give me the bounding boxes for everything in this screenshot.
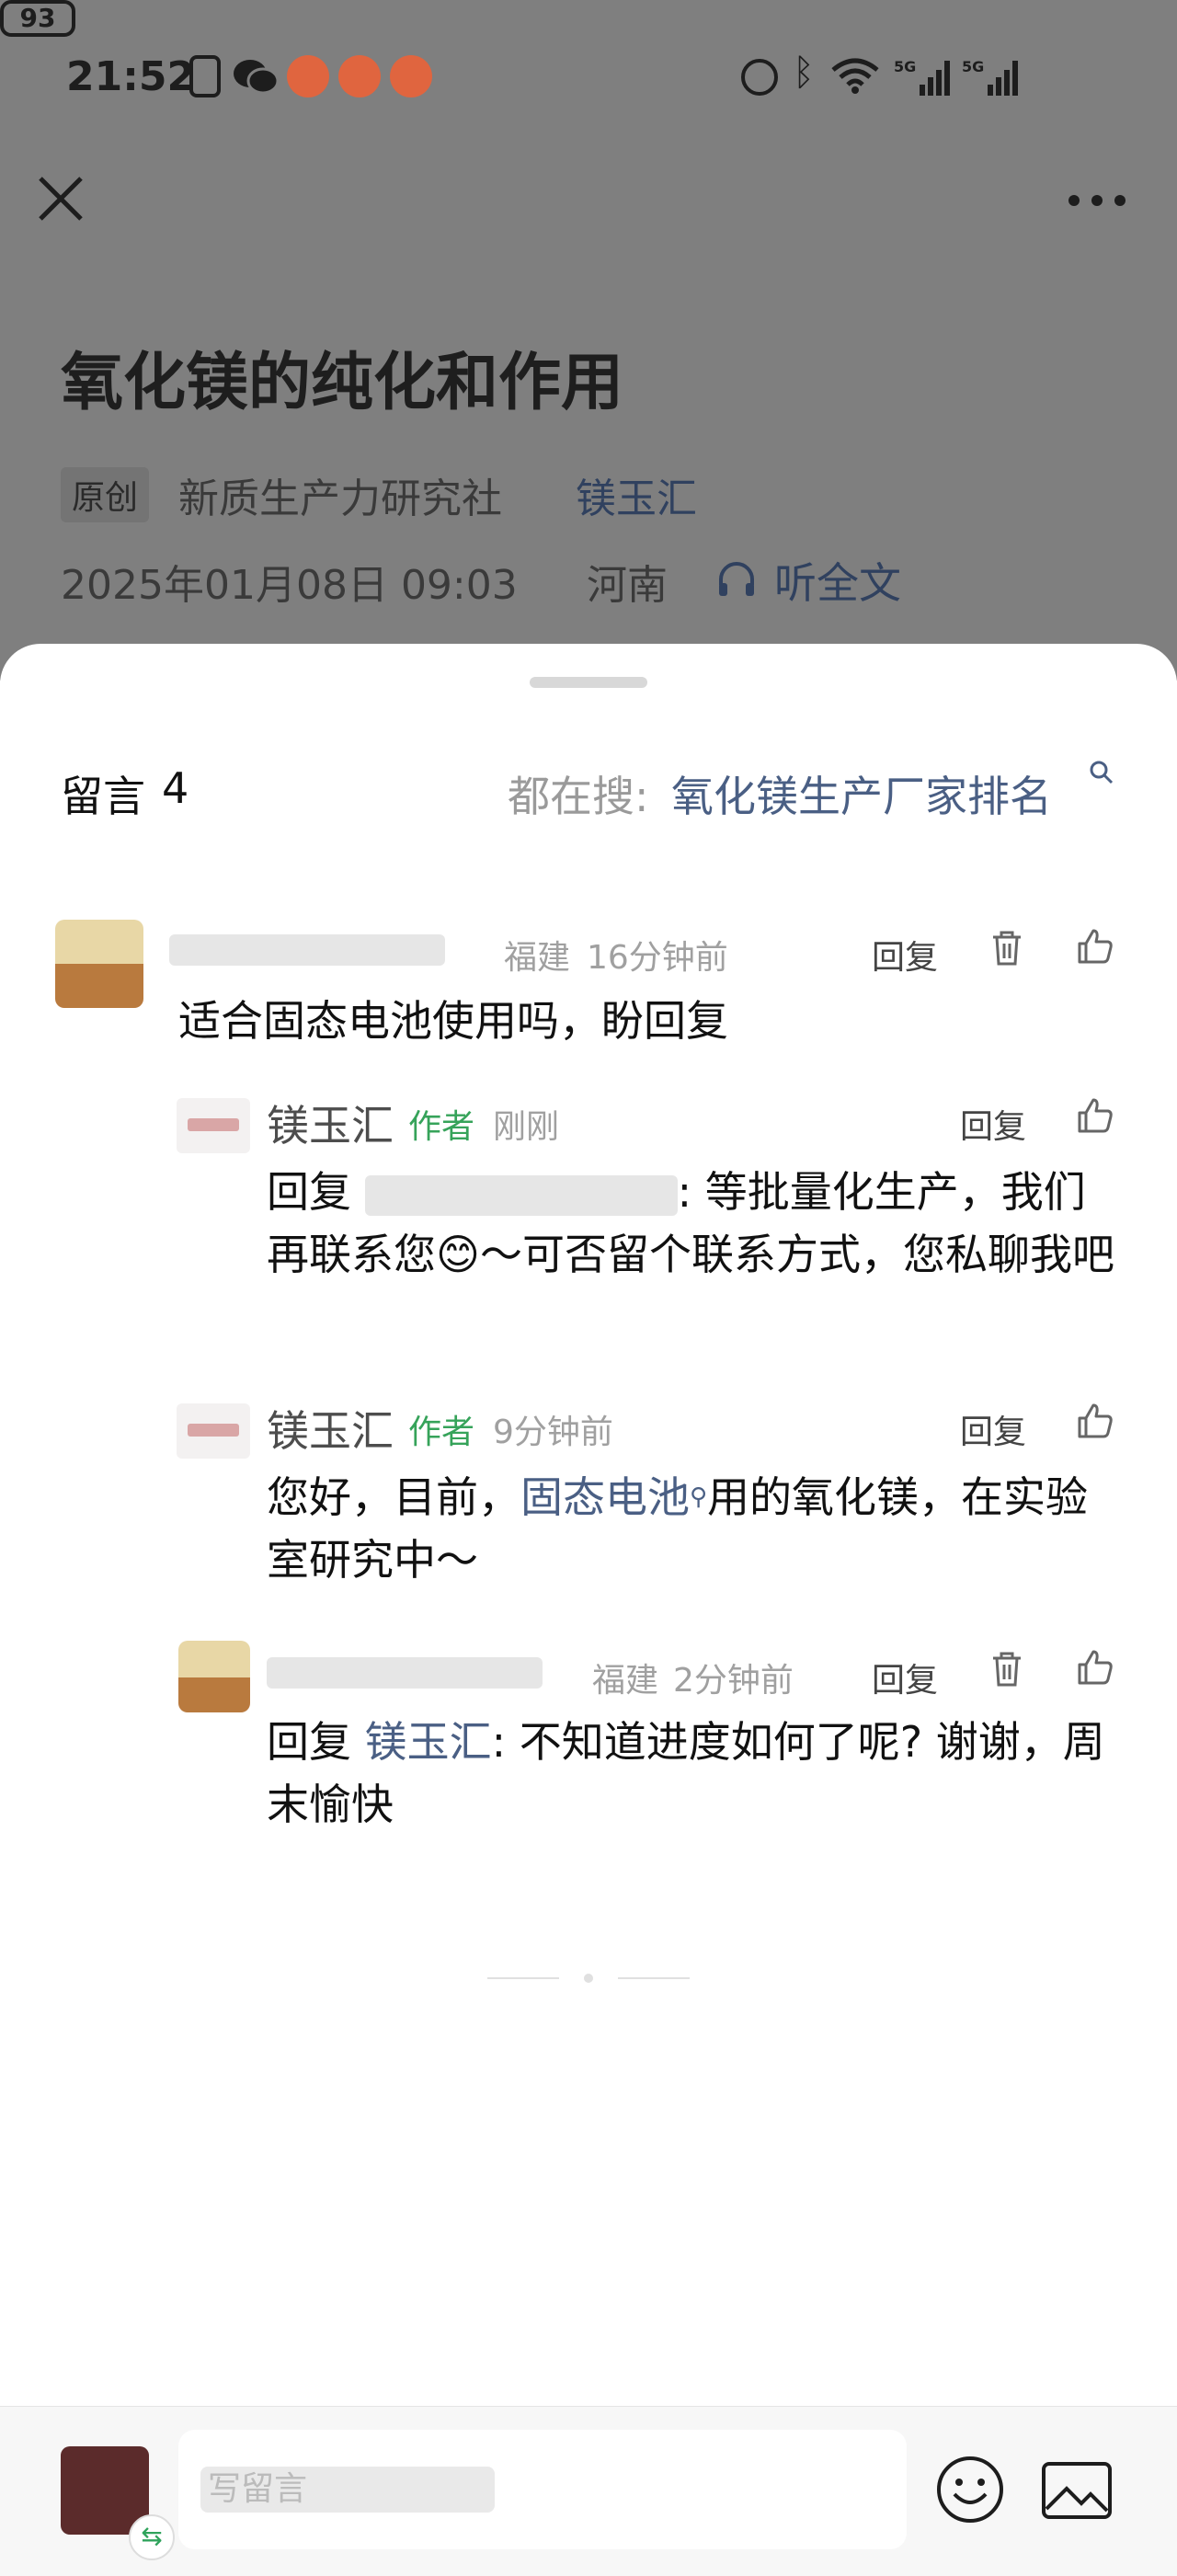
switch-account-icon[interactable]: ⇆ xyxy=(129,2514,175,2560)
reply-button[interactable]: 回复 xyxy=(960,1100,1026,1148)
author-name[interactable]: 镁玉汇 xyxy=(267,1093,394,1153)
article-author-link[interactable]: 镁玉汇 xyxy=(576,465,697,524)
comment-text: 适合固态电池使用吗，盼回复 xyxy=(178,996,728,1046)
app-notification-icon xyxy=(338,55,381,97)
author-avatar[interactable] xyxy=(177,1098,250,1153)
comment-time: 9分钟前 xyxy=(493,1414,613,1451)
comment-input-placeholder: 写留言 xyxy=(200,2467,495,2513)
mentioned-user[interactable]: 镁玉汇 xyxy=(365,1717,492,1767)
signal-icon: 5G xyxy=(894,58,950,96)
comment-input[interactable]: 写留言 xyxy=(178,2430,907,2549)
author-tag: 作者 xyxy=(408,1108,475,1146)
account-name[interactable]: 新质生产力研究社 xyxy=(178,465,502,524)
reply-button[interactable]: 回复 xyxy=(872,1654,938,1701)
search-link[interactable]: 固态电池 xyxy=(520,1472,690,1522)
reply-text: 回复 : 等批量化生产，我们再联系您😊～可否留个联系方式，您私聊我吧 xyxy=(267,1161,1122,1286)
headphones-icon[interactable] xyxy=(715,557,758,600)
signal-icon: 5G xyxy=(962,58,1018,96)
wechat-icon xyxy=(234,60,280,95)
alarm-icon xyxy=(741,59,778,96)
search-prefix: 都在搜: xyxy=(508,772,649,821)
app-notification-icon xyxy=(390,55,432,97)
like-icon[interactable] xyxy=(1076,1096,1114,1135)
delete-icon[interactable] xyxy=(988,1650,1026,1689)
comment-location: 福建 xyxy=(504,939,571,977)
comment-time: 刚刚 xyxy=(493,1108,560,1146)
mentioned-user-blurred xyxy=(364,1174,678,1216)
like-icon[interactable] xyxy=(1076,1402,1114,1440)
more-icon[interactable] xyxy=(1065,182,1129,219)
reply-text: 回复 镁玉汇: 不知道进度如何了呢? 谢谢，周末愉快 xyxy=(267,1711,1122,1836)
like-icon[interactable] xyxy=(1076,1648,1114,1687)
search-suggestion-link[interactable]: 氧化镁生产厂家排名 xyxy=(671,763,1052,824)
article-title: 氧化镁的纯化和作用 xyxy=(61,347,624,419)
delete-icon[interactable] xyxy=(988,929,1026,967)
author-tag: 作者 xyxy=(408,1414,475,1451)
comment-time: 16分钟前 xyxy=(587,939,728,977)
comments-count: 4 xyxy=(162,763,189,813)
nfc-icon xyxy=(189,55,221,97)
emoji-icon[interactable] xyxy=(934,2454,1006,2525)
reply-prefix: 回复 xyxy=(267,1717,351,1767)
signal-label: 5G xyxy=(962,58,984,75)
comments-title: 留言 xyxy=(61,772,145,821)
commenter-avatar[interactable] xyxy=(55,920,143,1008)
author-name[interactable]: 镁玉汇 xyxy=(267,1398,394,1459)
image-icon[interactable] xyxy=(1041,2461,1113,2520)
app-notification-icon xyxy=(287,55,329,97)
publish-date: 2025年01月08日 09:03 xyxy=(61,562,518,609)
search-icon xyxy=(1090,761,1114,784)
sheet-grabber[interactable] xyxy=(530,677,647,688)
listen-button[interactable]: 听全文 xyxy=(774,550,901,611)
original-tag: 原创 xyxy=(61,467,150,522)
bluetooth-icon: ᛒ xyxy=(793,52,815,94)
wifi-icon xyxy=(831,58,879,94)
reply-text: 您好，目前，固态电池⚲用的氧化镁，在实验室研究中～ xyxy=(267,1466,1122,1591)
reply-button[interactable]: 回复 xyxy=(872,931,938,979)
list-end-divider xyxy=(487,1974,690,1983)
search-mini-icon: ⚲ xyxy=(690,1483,708,1511)
signal-label: 5G xyxy=(894,58,916,75)
status-bar: 21:52 ᛒ 5G 5G 93 xyxy=(0,0,1177,156)
status-time: 21:52 xyxy=(66,53,196,100)
reply-prefix: 回复 xyxy=(267,1167,351,1217)
author-avatar[interactable] xyxy=(177,1403,250,1459)
commenter-name-blurred[interactable] xyxy=(267,1657,543,1689)
commenter-avatar[interactable] xyxy=(178,1641,250,1712)
comment-location: 福建 xyxy=(592,1662,659,1700)
reply-button[interactable]: 回复 xyxy=(960,1405,1026,1453)
like-icon[interactable] xyxy=(1076,927,1114,966)
commenter-name-blurred[interactable] xyxy=(169,934,445,966)
comment-time: 2分钟前 xyxy=(673,1662,794,1700)
close-icon[interactable] xyxy=(35,173,86,224)
publish-location: 河南 xyxy=(587,562,668,609)
battery-indicator: 93 xyxy=(0,0,75,37)
reply-body-start: 您好，目前， xyxy=(267,1472,520,1522)
